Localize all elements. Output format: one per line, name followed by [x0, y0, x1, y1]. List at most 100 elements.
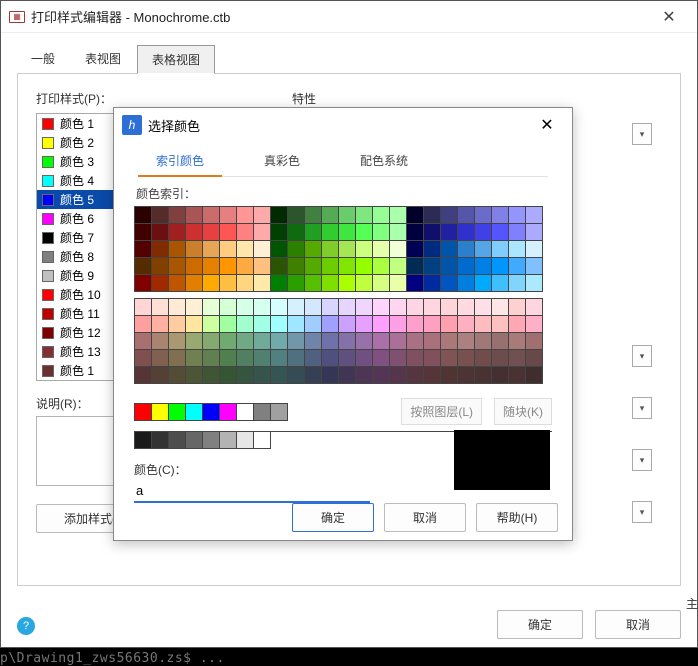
palette-cell[interactable] — [526, 241, 543, 258]
gray-color-cell[interactable] — [152, 432, 169, 449]
palette-cell[interactable] — [424, 350, 441, 367]
palette-cell[interactable] — [526, 207, 543, 224]
palette-cell[interactable] — [424, 258, 441, 275]
palette-cell[interactable] — [356, 241, 373, 258]
palette-cell[interactable] — [441, 224, 458, 241]
palette-cell[interactable] — [135, 367, 152, 384]
palette-cell[interactable] — [254, 224, 271, 241]
palette-cell[interactable] — [288, 224, 305, 241]
palette-cell[interactable] — [407, 333, 424, 350]
palette-cell[interactable] — [254, 350, 271, 367]
palette-cell[interactable] — [135, 316, 152, 333]
palette-cell[interactable] — [220, 367, 237, 384]
palette-cell[interactable] — [288, 207, 305, 224]
palette-cell[interactable] — [509, 207, 526, 224]
palette-cell[interactable] — [220, 241, 237, 258]
palette-cell[interactable] — [475, 241, 492, 258]
palette-cell[interactable] — [271, 333, 288, 350]
palette-cell[interactable] — [339, 241, 356, 258]
palette-cell[interactable] — [339, 258, 356, 275]
tab-table-view[interactable]: 表视图 — [71, 45, 135, 73]
palette-cell[interactable] — [390, 333, 407, 350]
palette-cell[interactable] — [288, 258, 305, 275]
palette-cell[interactable] — [322, 241, 339, 258]
palette-cell[interactable] — [322, 333, 339, 350]
palette-cell[interactable] — [305, 241, 322, 258]
close-icon[interactable]: ✕ — [649, 2, 689, 32]
palette-cell[interactable] — [509, 367, 526, 384]
palette-cell[interactable] — [339, 275, 356, 292]
palette-cell[interactable] — [220, 207, 237, 224]
dialog-close-icon[interactable]: ✕ — [530, 110, 564, 140]
palette-cell[interactable] — [356, 224, 373, 241]
palette-cell[interactable] — [458, 258, 475, 275]
tab-form-view[interactable]: 表格视图 — [137, 45, 215, 74]
palette-cell[interactable] — [271, 258, 288, 275]
palette-cell[interactable] — [203, 299, 220, 316]
combo-stub[interactable]: ▾ — [632, 397, 652, 419]
basic-color-cell[interactable] — [220, 404, 237, 421]
palette-cell[interactable] — [186, 258, 203, 275]
palette-cell[interactable] — [322, 350, 339, 367]
palette-cell[interactable] — [475, 316, 492, 333]
palette-cell[interactable] — [135, 224, 152, 241]
palette-cell[interactable] — [203, 333, 220, 350]
palette-cell[interactable] — [492, 367, 509, 384]
palette-cell[interactable] — [254, 275, 271, 292]
palette-cell[interactable] — [135, 350, 152, 367]
main-ok-button[interactable]: 确定 — [497, 610, 583, 639]
palette-cell[interactable] — [390, 258, 407, 275]
palette-cell[interactable] — [492, 316, 509, 333]
palette-cell[interactable] — [526, 316, 543, 333]
basic-color-cell[interactable] — [254, 404, 271, 421]
palette-cell[interactable] — [441, 350, 458, 367]
palette-cell[interactable] — [390, 299, 407, 316]
palette-cell[interactable] — [407, 367, 424, 384]
palette-cell[interactable] — [135, 333, 152, 350]
help-icon[interactable]: ? — [17, 617, 35, 635]
palette-cell[interactable] — [220, 333, 237, 350]
palette-cell[interactable] — [407, 299, 424, 316]
palette-cell[interactable] — [373, 367, 390, 384]
palette-cell[interactable] — [373, 350, 390, 367]
palette-cell[interactable] — [373, 241, 390, 258]
palette-cell[interactable] — [203, 224, 220, 241]
palette-cell[interactable] — [271, 275, 288, 292]
palette-cell[interactable] — [305, 367, 322, 384]
palette-cell[interactable] — [475, 367, 492, 384]
basic-color-cell[interactable] — [271, 404, 288, 421]
palette-cell[interactable] — [203, 316, 220, 333]
palette-cell[interactable] — [254, 258, 271, 275]
palette-cell[interactable] — [458, 275, 475, 292]
palette-cell[interactable] — [186, 275, 203, 292]
palette-cell[interactable] — [322, 367, 339, 384]
palette-cell[interactable] — [237, 299, 254, 316]
palette-cell[interactable] — [458, 333, 475, 350]
palette-cell[interactable] — [509, 316, 526, 333]
palette-cell[interactable] — [305, 316, 322, 333]
palette-cell[interactable] — [339, 207, 356, 224]
palette-cell[interactable] — [186, 316, 203, 333]
palette-cell[interactable] — [322, 299, 339, 316]
palette-cell[interactable] — [390, 350, 407, 367]
basic-color-cell[interactable] — [135, 404, 152, 421]
combo-stub[interactable]: ▾ — [632, 345, 652, 367]
palette-cell[interactable] — [424, 241, 441, 258]
palette-cell[interactable] — [322, 207, 339, 224]
palette-cell[interactable] — [220, 224, 237, 241]
palette-cell[interactable] — [441, 275, 458, 292]
palette-cell[interactable] — [424, 299, 441, 316]
palette-cell[interactable] — [305, 258, 322, 275]
palette-cell[interactable] — [203, 367, 220, 384]
palette-cell[interactable] — [152, 241, 169, 258]
palette-cell[interactable] — [390, 224, 407, 241]
palette-cell[interactable] — [492, 224, 509, 241]
palette-cell[interactable] — [424, 207, 441, 224]
palette-cell[interactable] — [407, 350, 424, 367]
palette-cell[interactable] — [271, 367, 288, 384]
palette-cell[interactable] — [424, 224, 441, 241]
palette-cell[interactable] — [475, 207, 492, 224]
color-input[interactable] — [134, 480, 370, 503]
palette-cell[interactable] — [526, 275, 543, 292]
palette-cell[interactable] — [271, 350, 288, 367]
